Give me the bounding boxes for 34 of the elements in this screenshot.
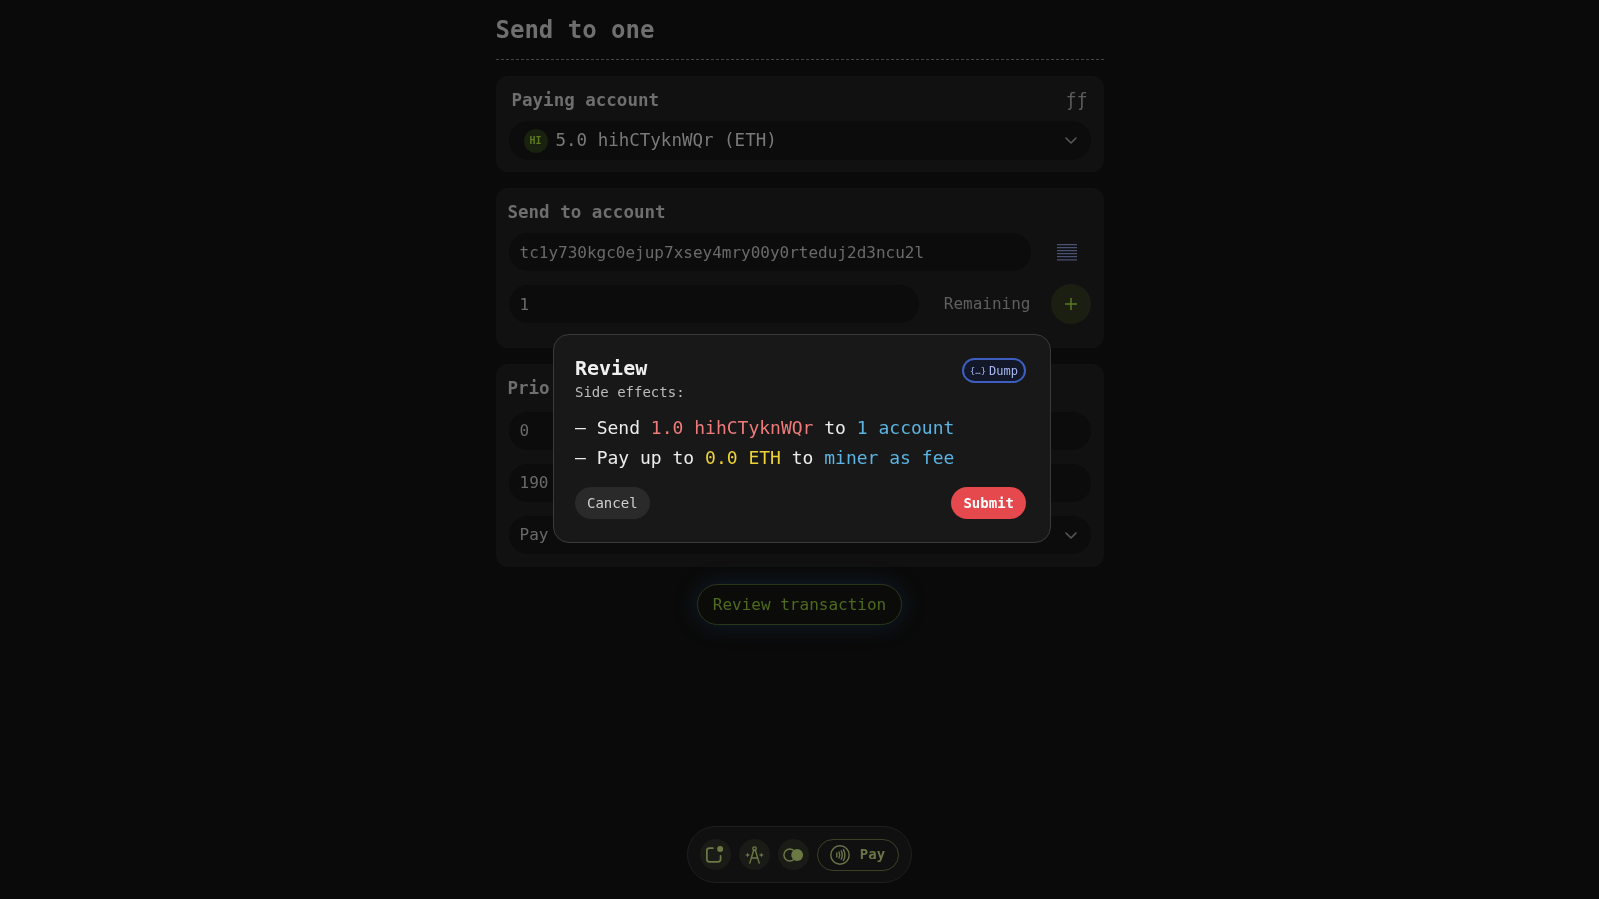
dialog-title: Review bbox=[575, 356, 649, 380]
chevron-down-icon bbox=[1064, 531, 1077, 539]
add-button[interactable] bbox=[1050, 284, 1091, 324]
field-value: 190 bbox=[519, 472, 549, 494]
account-avatar: HI bbox=[523, 128, 548, 153]
page-title: Send to one bbox=[495, 15, 656, 46]
field-value: 0 bbox=[519, 420, 530, 442]
notification-button[interactable] bbox=[699, 839, 731, 870]
dialog-subtitle: Side effects: bbox=[575, 383, 685, 401]
submit-button[interactable]: Submit bbox=[951, 487, 1026, 519]
cancel-button[interactable]: Cancel bbox=[575, 487, 650, 519]
section-label: Prio bbox=[507, 377, 550, 400]
f-glyph-icon[interactable]: ƒƒ bbox=[1065, 90, 1088, 110]
overlapping-circles-icon bbox=[782, 847, 804, 862]
amount-input[interactable]: 1 bbox=[508, 285, 919, 323]
toggle-button[interactable] bbox=[777, 839, 809, 870]
square-dot-icon bbox=[706, 845, 725, 864]
field-value: Pay bbox=[519, 524, 549, 546]
plus-icon bbox=[1064, 298, 1077, 310]
section-label: Paying account bbox=[511, 89, 659, 112]
side-effect-line: — Pay up to 0.0 ETH to miner as fee bbox=[575, 446, 955, 470]
stacked-lines-icon[interactable] bbox=[1056, 243, 1077, 261]
account-select[interactable]: HI 5.0 hihCTyknWQr (ETH) bbox=[508, 121, 1091, 160]
remaining-label: Remaining bbox=[943, 293, 1031, 315]
chevron-down-icon bbox=[1064, 137, 1077, 144]
drafting-compass-icon bbox=[744, 845, 764, 864]
braces-icon: {…} bbox=[969, 365, 987, 376]
section-label: Send to account bbox=[507, 201, 666, 224]
compass-button[interactable] bbox=[738, 839, 770, 870]
address-input[interactable]: tc1y730kgc0ejup7xsey4mry00y0rteduj2d3ncu2l bbox=[508, 233, 1031, 271]
contactless-icon bbox=[829, 844, 850, 865]
dump-button[interactable]: {…} Dump bbox=[961, 358, 1026, 383]
side-effect-line: — Send 1.0 hihCTyknWQr to 1 account bbox=[575, 416, 955, 440]
review-transaction-button[interactable]: Review transaction bbox=[696, 584, 903, 625]
